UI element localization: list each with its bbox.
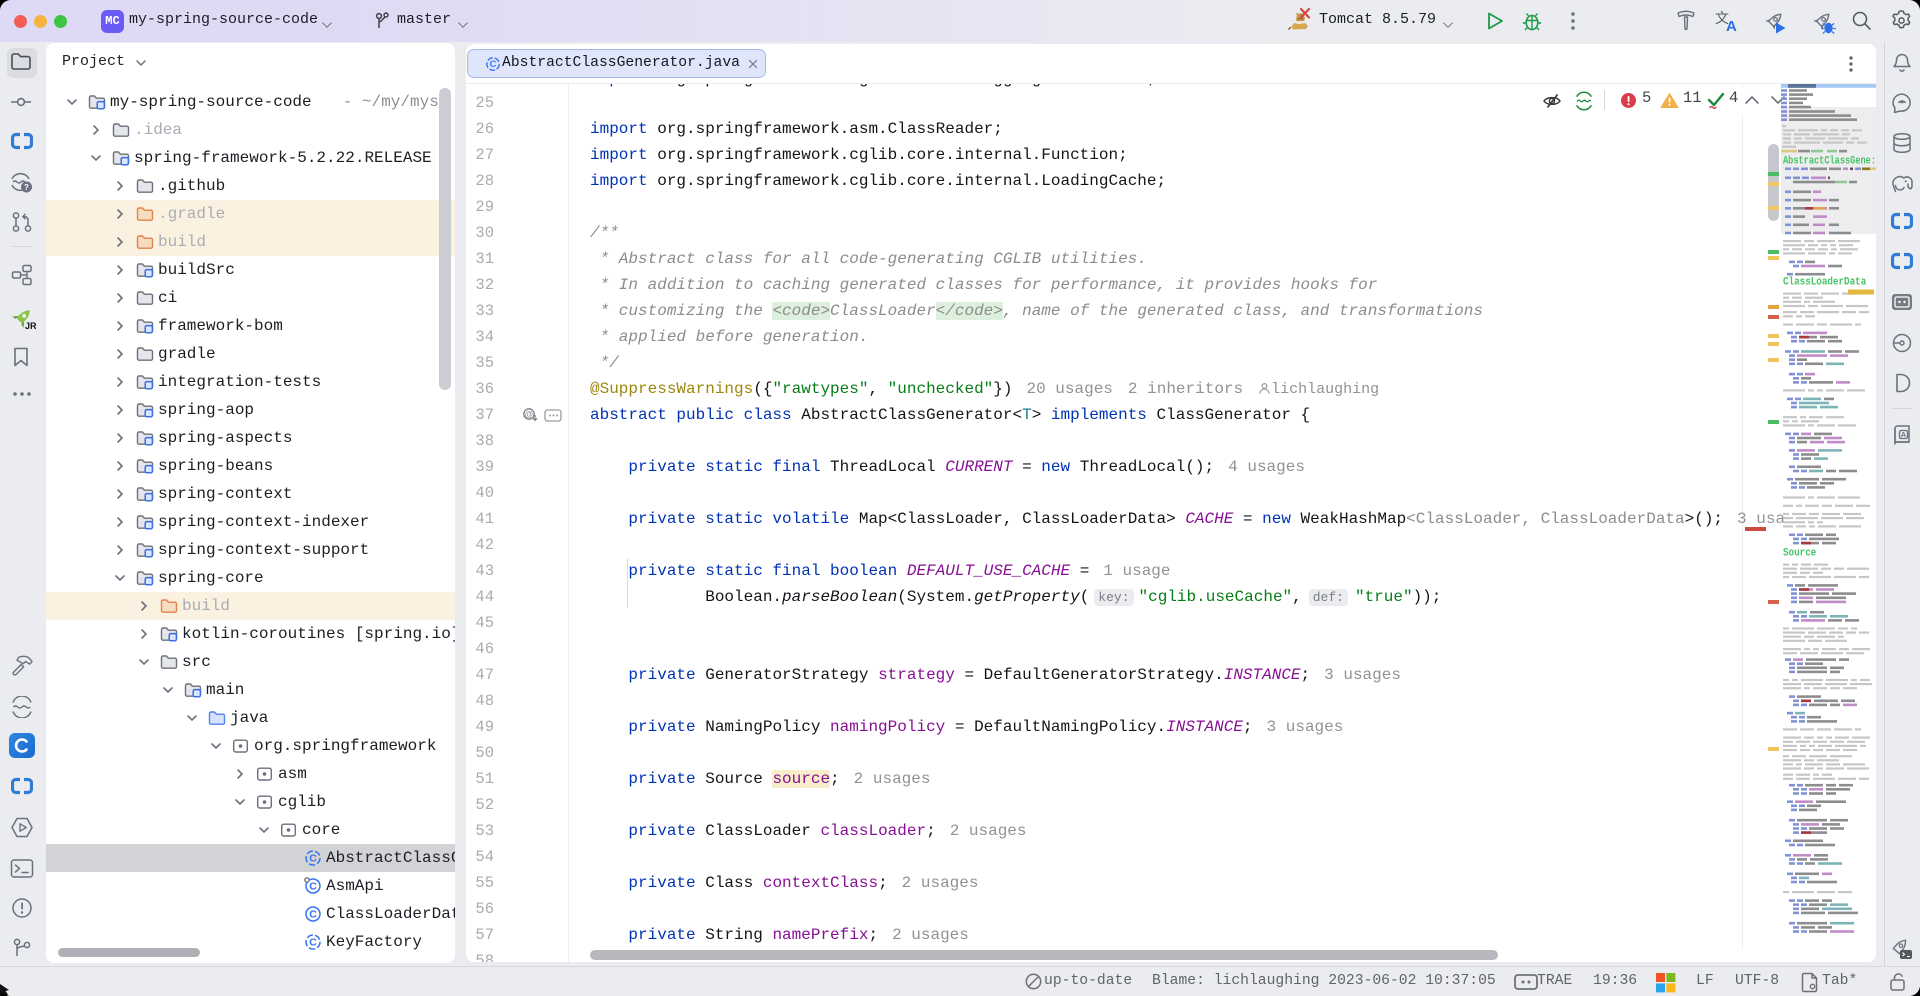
svg-text:@: @ — [525, 409, 534, 419]
svg-text:AbstractClassGene:: AbstractClassGene: — [1783, 156, 1876, 168]
svg-text:ClassLoaderData: ClassLoaderData — [1783, 277, 1867, 289]
svg-text:Source: Source — [1783, 548, 1817, 560]
svg-text:A: A — [1901, 430, 1907, 439]
svg-text:C: C — [309, 937, 317, 949]
svg-text:C: C — [309, 853, 317, 865]
svg-text:C: C — [490, 59, 497, 69]
svg-text:JR: JR — [25, 321, 36, 331]
svg-text:C: C — [309, 909, 317, 921]
svg-text:?: ? — [24, 183, 29, 192]
svg-text:A: A — [1726, 18, 1737, 33]
svg-text:C: C — [309, 881, 317, 893]
